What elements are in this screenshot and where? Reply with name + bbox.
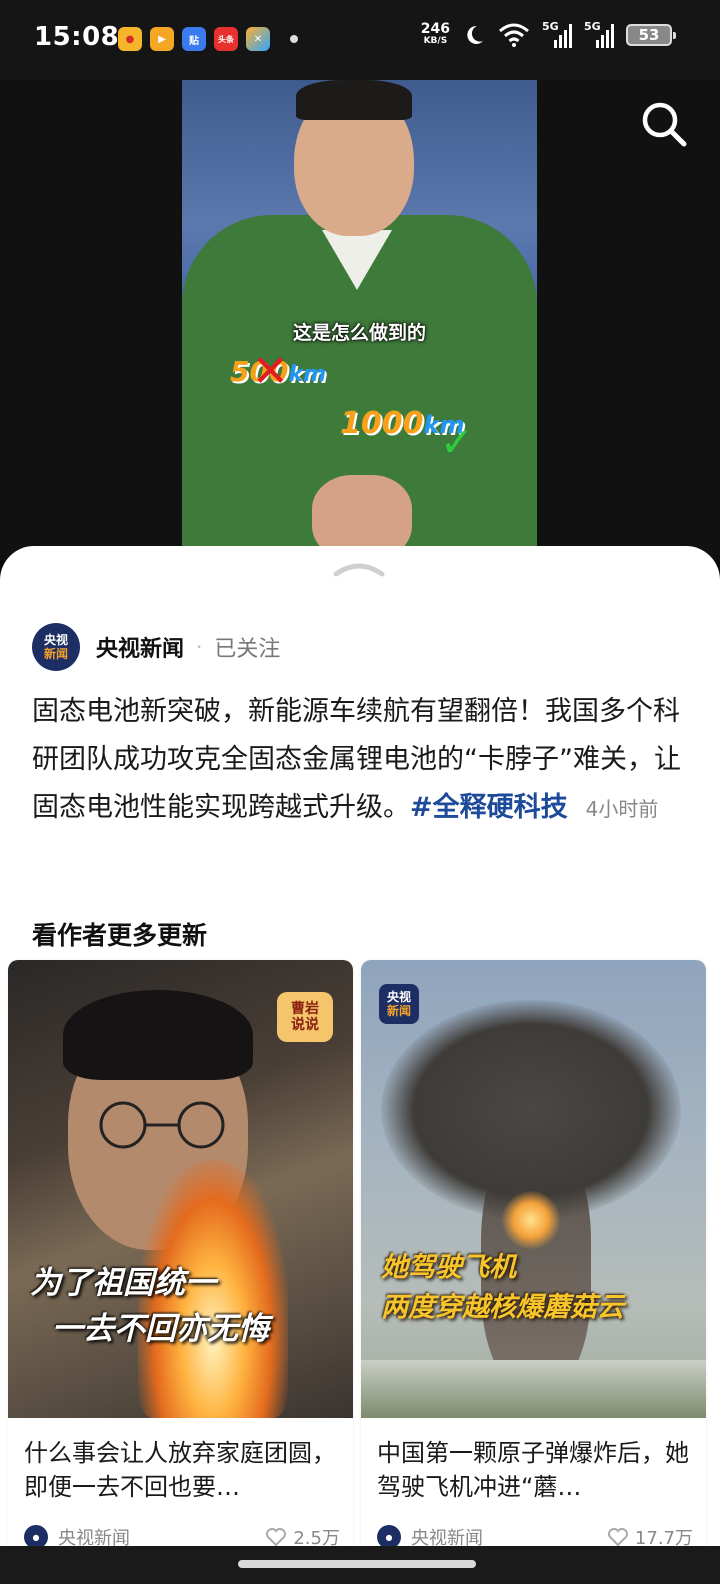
video-card-footer: ● 央视新闻 17.7万 [377, 1524, 693, 1546]
separator-dot: · [196, 635, 203, 659]
caption-line-2: 两度穿越核爆蘑菇云 [381, 1292, 624, 1323]
channel-badge: 曹岩 说说 [277, 992, 333, 1042]
badge-text-1: 央视 [386, 990, 411, 1004]
heart-icon [266, 1528, 287, 1546]
card-author-avatar: ● [24, 1525, 48, 1546]
author-avatar[interactable]: 央视 新闻 [32, 623, 80, 671]
home-gesture-bar[interactable] [238, 1560, 476, 1568]
follow-status[interactable]: 已关注 [214, 631, 280, 663]
sports-app-icon: ✕ [246, 27, 270, 51]
thumbnail-glasses [99, 1101, 225, 1149]
network-speed-unit: KB/S [423, 36, 448, 46]
post-time: 4小时前 [585, 797, 659, 821]
signal-icon-1: 5G [542, 20, 572, 48]
card-author-name: 央视新闻 [58, 1528, 130, 1546]
thumbnail-caption: 她驾驶飞机 两度穿越核爆蘑菇云 [381, 1248, 701, 1328]
screen: 15:08 ● ▶ 贴 头条 ✕ 246 KB/S 5G 5G 53 这是怎么做… [0, 0, 720, 1584]
post-body-text: 固态电池新突破，新能源车续航有望翻倍！我国多个科研团队成功攻克全固态金属锂电池的… [32, 696, 681, 823]
video-person-hair [296, 80, 412, 120]
post-description: 固态电池新突破，新能源车续航有望翻倍！我国多个科研团队成功攻克全固态金属锂电池的… [32, 688, 692, 833]
likes-count: 17.7万 [634, 1528, 693, 1546]
thumbnail-hair [63, 990, 253, 1080]
video-card-title[interactable]: 中国第一颗原子弹爆炸后，她驾驶飞机冲进“蘑… [377, 1436, 693, 1504]
badge-text-2: 新闻 [386, 1004, 411, 1018]
video-card-thumbnail[interactable]: 央视 新闻 她驾驶飞机 两度穿越核爆蘑菇云 [361, 960, 706, 1418]
avatar-text-1: 央视 [43, 633, 68, 647]
battery-icon: 53 [626, 24, 676, 46]
video-subtitle: 这是怎么做到的 [292, 322, 426, 344]
likes-count: 2.5万 [293, 1528, 340, 1546]
cross-mark-icon: ✕ [252, 346, 289, 397]
caption-line-2: 一去不回亦无悔 [52, 1311, 269, 1347]
thumbnail-ground [361, 1360, 706, 1418]
video-app-icon: ▶ [150, 27, 174, 51]
thumbnail-mushroom-cloud [381, 1000, 681, 1220]
thumbnail-caption: 为了祖国统一 一去不回亦无悔 [30, 1260, 350, 1352]
author-row: 央视 新闻 央视新闻 · 已关注 [32, 622, 280, 672]
notification-icons: ● ▶ 贴 头条 ✕ [118, 27, 298, 51]
video-card-thumbnail[interactable]: 曹岩 说说 为了祖国统一 一去不回亦无悔 [8, 960, 353, 1418]
card-author-name: 央视新闻 [411, 1528, 483, 1546]
channel-badge: 央视 新闻 [379, 984, 419, 1024]
tieba-icon: 贴 [182, 27, 206, 51]
caption-line-1: 她驾驶飞机 [381, 1252, 516, 1283]
network-speed: 246 KB/S [421, 22, 450, 47]
moon-icon [467, 25, 483, 44]
video-card[interactable]: 央视 新闻 她驾驶飞机 两度穿越核爆蘑菇云 中国第一颗原子弹爆炸后，她驾驶飞机冲… [361, 960, 706, 1546]
thumbnail-fireball [501, 1190, 561, 1250]
video-card-footer: ● 央视新闻 2.5万 [24, 1524, 340, 1546]
more-notifications-dot [290, 35, 298, 43]
caption-line-1: 为了祖国统一 [30, 1265, 216, 1301]
badge-text-1: 曹岩 [291, 1001, 319, 1017]
wifi-icon [499, 23, 529, 47]
badge-text-2: 说说 [291, 1017, 319, 1033]
video-card-title[interactable]: 什么事会让人放弃家庭团圆，即便一去不回也要… [24, 1436, 340, 1504]
author-name[interactable]: 央视新闻 [96, 631, 184, 663]
old-range-unit: km [288, 362, 327, 387]
battery-level: 53 [638, 26, 660, 44]
new-range-value: 1000 [340, 406, 424, 441]
toutiao-icon: 头条 [214, 27, 238, 51]
signal-icon-2: 5G [584, 20, 614, 48]
likes[interactable]: 17.7万 [607, 1524, 693, 1546]
more-updates-list: 曹岩 说说 为了祖国统一 一去不回亦无悔 什么事会让人放弃家庭团圆，即便一去不回也… [8, 960, 712, 1546]
video-frame[interactable]: 这是怎么做到的 500km ✕ 1000km ✓ [182, 80, 537, 560]
status-time: 15:08 [34, 22, 120, 52]
card-author-avatar: ● [377, 1525, 401, 1546]
likes[interactable]: 2.5万 [265, 1524, 340, 1546]
system-nav-bar [0, 1546, 720, 1584]
status-indicators: 246 KB/S 5G 5G 53 [421, 20, 676, 48]
search-icon[interactable] [640, 100, 690, 150]
details-sheet: 央视 新闻 央视新闻 · 已关注 固态电池新突破，新能源车续航有望翻倍！我国多个… [0, 546, 720, 1546]
more-updates-heading: 看作者更多更新 [32, 921, 208, 950]
video-card[interactable]: 曹岩 说说 为了祖国统一 一去不回亦无悔 什么事会让人放弃家庭团圆，即便一去不回也… [8, 960, 353, 1546]
check-mark-icon: ✓ [440, 420, 474, 466]
hashtag-link[interactable]: #全释硬科技 [410, 792, 568, 823]
avatar-text-2: 新闻 [43, 647, 68, 661]
heart-icon [607, 1528, 628, 1546]
weibo-icon: ● [118, 27, 142, 51]
status-bar: 15:08 ● ▶ 贴 头条 ✕ 246 KB/S 5G 5G 53 [0, 0, 720, 80]
video-player[interactable]: 这是怎么做到的 500km ✕ 1000km ✓ [0, 80, 720, 560]
collapse-chevron-icon[interactable] [332, 560, 386, 578]
